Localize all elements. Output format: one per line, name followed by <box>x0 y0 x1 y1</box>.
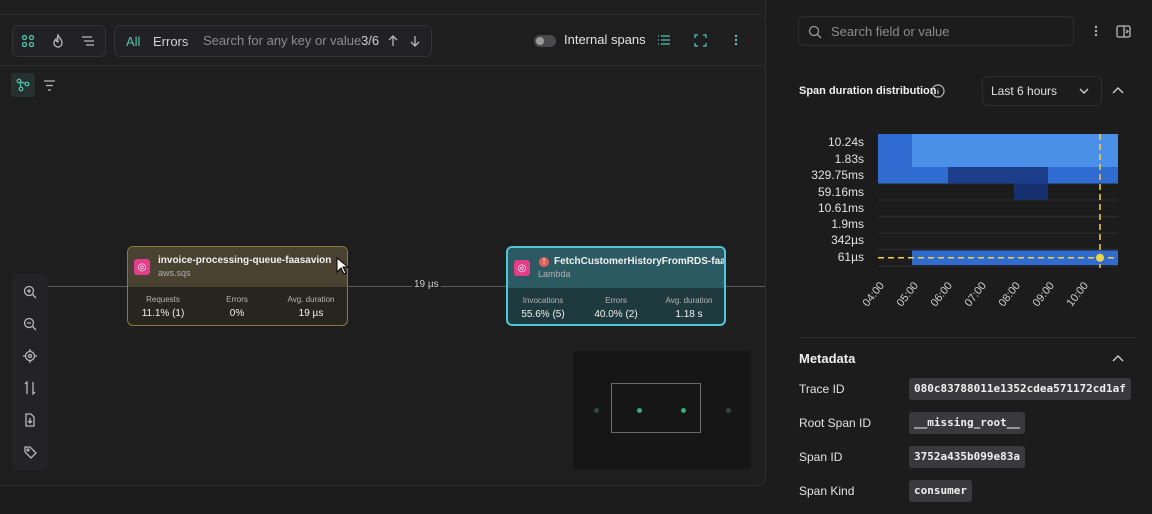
node-title: invoice-processing-queue-faasavion <box>158 255 332 266</box>
metadata-value[interactable]: __missing_root__ <box>909 412 1025 434</box>
node-subtitle: Lambda <box>538 269 571 279</box>
minimap-node <box>637 408 642 413</box>
recenter-icon[interactable] <box>18 344 42 368</box>
x-tick: 04:00 <box>860 280 887 310</box>
metadata-title: Metadata <box>799 351 856 366</box>
more-vertical-icon[interactable] <box>1084 19 1108 43</box>
node-stat: Errors 40.0% (2) <box>594 296 638 320</box>
graph-toolbar: All Errors Search for any key or value 3… <box>0 14 765 66</box>
edge-line <box>726 286 765 287</box>
node-stat: Avg. duration 19 µs <box>287 295 335 319</box>
minimap-node <box>726 408 731 413</box>
service-node-lambda[interactable]: ◎ ! FetchCustomerHistoryFromRDS-faas Lam… <box>506 246 726 326</box>
node-title: FetchCustomerHistoryFromRDS-faas <box>554 256 726 267</box>
heatmap-cell[interactable] <box>878 134 912 184</box>
error-icon: ! <box>539 257 549 267</box>
metadata-key: Span ID <box>799 450 843 464</box>
y-tick: 329.75ms <box>811 168 864 182</box>
distribution-title: Span duration distribution <box>799 85 937 97</box>
node-stat: Avg. duration 1.18 s <box>665 296 713 320</box>
internal-spans-label: Internal spans <box>564 32 646 47</box>
highlight-point[interactable] <box>1096 253 1104 262</box>
span-search-input[interactable]: Search for any key or value <box>203 26 361 56</box>
match-count: 3/6 <box>361 33 380 48</box>
time-range-select[interactable]: Last 6 hours <box>982 76 1102 106</box>
chevron-down-icon <box>1079 88 1089 94</box>
minimap-node <box>594 408 599 413</box>
node-stat: Requests 11.1% (1) <box>141 295 185 319</box>
tag-icon[interactable] <box>18 440 42 464</box>
node-subtitle: aws.sqs <box>158 268 191 278</box>
y-tick: 10.24s <box>827 135 864 149</box>
section-divider <box>798 337 1136 338</box>
filter-layout-icon[interactable] <box>37 73 61 97</box>
view-mode-group <box>12 25 106 57</box>
field-search-box[interactable]: Search field or value <box>798 16 1074 46</box>
heatmap-cell[interactable] <box>948 167 1048 184</box>
chevron-up-icon[interactable] <box>1112 354 1124 364</box>
lambda-service-icon: ◎ <box>514 260 530 276</box>
heatmap-cell[interactable] <box>878 134 1118 167</box>
graph-view-icon[interactable] <box>16 29 40 53</box>
filter-errors-tab[interactable]: Errors <box>149 30 192 54</box>
span-details-panel: Search field or value Span duration dist… <box>782 0 1152 514</box>
x-tick: 07:00 <box>962 280 989 310</box>
metadata-key: Root Span ID <box>799 416 872 430</box>
duration-heatmap[interactable] <box>878 134 1118 268</box>
metadata-value[interactable]: 080c83788011e1352cdea571172cd1af <box>909 378 1131 400</box>
list-icon[interactable] <box>652 28 676 52</box>
service-node-sqs[interactable]: ◎ invoice-processing-queue-faasavion aws… <box>127 246 348 326</box>
y-tick: 10.61ms <box>817 201 864 215</box>
metadata-value[interactable]: consumer <box>909 480 972 502</box>
chevron-up-icon[interactable] <box>1112 86 1124 96</box>
x-tick: 08:00 <box>996 280 1023 310</box>
more-options-icon[interactable] <box>724 28 748 52</box>
node-header: ◎ ! FetchCustomerHistoryFromRDS-faas Lam… <box>508 248 724 288</box>
minimap[interactable] <box>573 351 751 469</box>
heatmap-cell[interactable] <box>1014 183 1048 201</box>
arrow-up-icon[interactable] <box>381 29 405 53</box>
x-tick: 09:00 <box>1030 280 1057 310</box>
layout-toggle <box>10 73 64 97</box>
info-icon[interactable] <box>931 84 945 98</box>
time-range-value: Last 6 hours <box>991 84 1058 98</box>
y-tick: 1.9ms <box>831 217 864 231</box>
flame-view-icon[interactable] <box>46 29 70 53</box>
node-stat: Invocations 55.6% (5) <box>521 296 565 320</box>
field-search-input[interactable]: Search field or value <box>831 17 950 47</box>
edge-duration-label: 19 µs <box>412 279 441 290</box>
node-stat: Errors 0% <box>226 295 248 319</box>
span-search-box: All Errors Search for any key or value 3… <box>114 25 432 57</box>
minimap-node <box>681 408 686 413</box>
x-tick: 10:00 <box>1064 280 1091 310</box>
filter-all-tab[interactable]: All <box>122 30 144 54</box>
list-view-icon[interactable] <box>76 29 100 53</box>
metadata-value[interactable]: 3752a435b099e83a <box>909 446 1025 468</box>
internal-spans-toggle[interactable] <box>534 35 556 47</box>
y-tick: 342µs <box>831 233 864 247</box>
zoom-in-icon[interactable] <box>18 280 42 304</box>
y-tick: 59.16ms <box>817 185 864 199</box>
y-tick: 61µs <box>837 250 864 264</box>
arrow-down-icon[interactable] <box>403 29 427 53</box>
node-header: ◎ invoice-processing-queue-faasavion aws… <box>128 247 347 287</box>
queue-service-icon: ◎ <box>134 259 150 275</box>
tree-layout-icon[interactable] <box>11 73 35 97</box>
zoom-out-icon[interactable] <box>18 312 42 336</box>
panel-layout-icon[interactable] <box>1111 19 1135 43</box>
x-tick: 05:00 <box>894 280 921 310</box>
zoom-controls <box>12 274 48 470</box>
swap-direction-icon[interactable] <box>18 376 42 400</box>
edge-line <box>48 286 128 287</box>
y-tick: 1.83s <box>834 152 864 166</box>
search-icon <box>808 25 822 39</box>
download-icon[interactable] <box>18 408 42 432</box>
mouse-cursor-icon <box>336 257 350 275</box>
minimap-viewport[interactable] <box>611 383 701 433</box>
fullscreen-icon[interactable] <box>688 28 712 52</box>
metadata-key: Span Kind <box>799 484 855 498</box>
trace-graph-panel: All Errors Search for any key or value 3… <box>0 0 766 486</box>
metadata-key: Trace ID <box>799 382 845 396</box>
x-tick: 06:00 <box>928 280 955 310</box>
